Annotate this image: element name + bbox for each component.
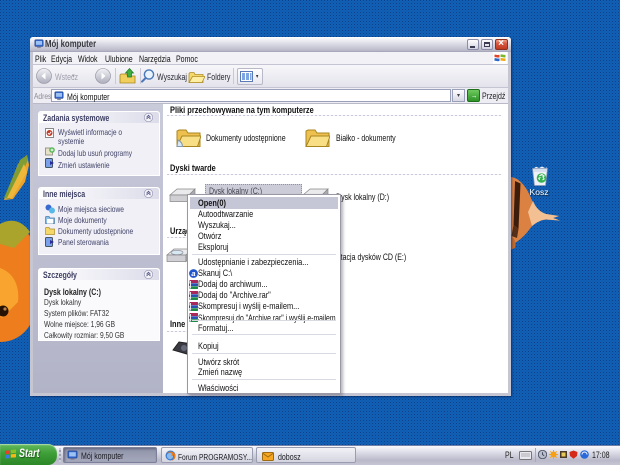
svg-text:a: a	[191, 269, 195, 278]
